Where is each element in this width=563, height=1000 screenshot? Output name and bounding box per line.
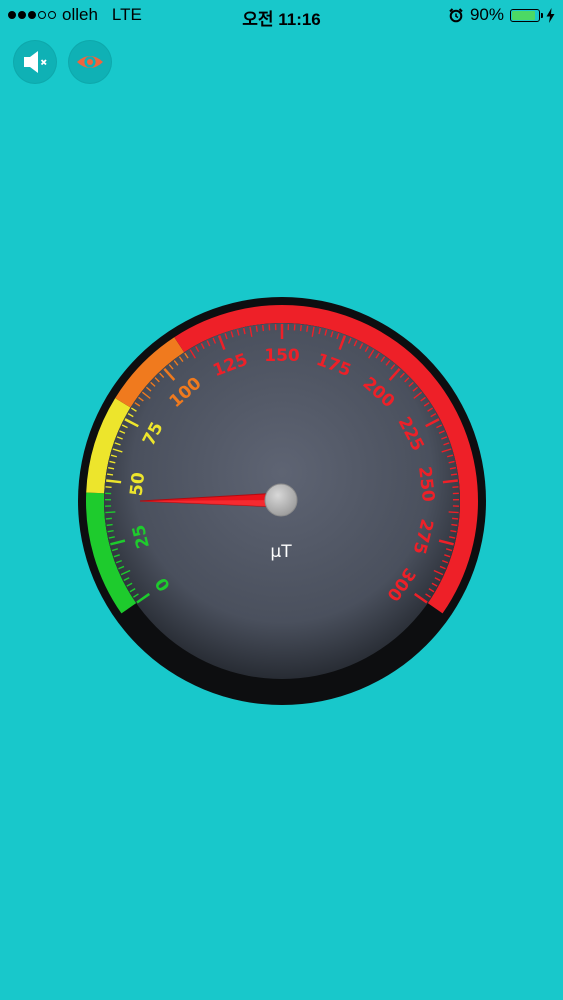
status-right: 90% <box>448 5 555 25</box>
gauge-minor-tick <box>106 473 114 476</box>
gauge-tick-label: 150 <box>264 346 300 366</box>
gauge-major-tick <box>106 479 122 484</box>
alarm-clock-icon <box>449 8 463 23</box>
gauge-minor-tick <box>452 517 459 520</box>
gauge-minor-tick <box>450 473 458 476</box>
eye-icon <box>77 56 103 68</box>
gauge-minor-tick <box>255 325 258 332</box>
unit-label: μT <box>270 542 292 562</box>
eye-toggle-button[interactable] <box>68 40 112 84</box>
gauge-needle-hub <box>264 483 298 517</box>
mute-button[interactable] <box>13 40 57 84</box>
battery-percent: 90% <box>469 5 504 24</box>
gauge-minor-tick <box>451 523 458 527</box>
battery-icon <box>510 8 543 22</box>
gauge-minor-tick <box>262 324 265 332</box>
gauge-major-tick <box>442 479 458 484</box>
gauge-dial: 0255075100125 150 175200225250275300 μT <box>78 297 486 705</box>
gauge-tick-label: 250 <box>414 465 438 503</box>
gauge-minor-tick <box>105 511 116 514</box>
gauge-minor-tick <box>299 324 302 332</box>
magnetometer-gauge: 0 25 50 75 100 125 150 175 200 225 250 275 300 μT <box>78 297 486 705</box>
status-bar: olleh LTE 오전 11:16 90% <box>0 0 563 30</box>
gauge-minor-tick <box>105 517 112 520</box>
charging-bolt-icon <box>546 7 555 23</box>
gauge-minor-tick <box>448 511 459 514</box>
gauge-minor-tick <box>106 523 113 527</box>
speaker-muted-icon <box>24 51 47 73</box>
gauge-tick-label: 50 <box>127 471 150 497</box>
gauge-minor-tick <box>306 325 309 332</box>
